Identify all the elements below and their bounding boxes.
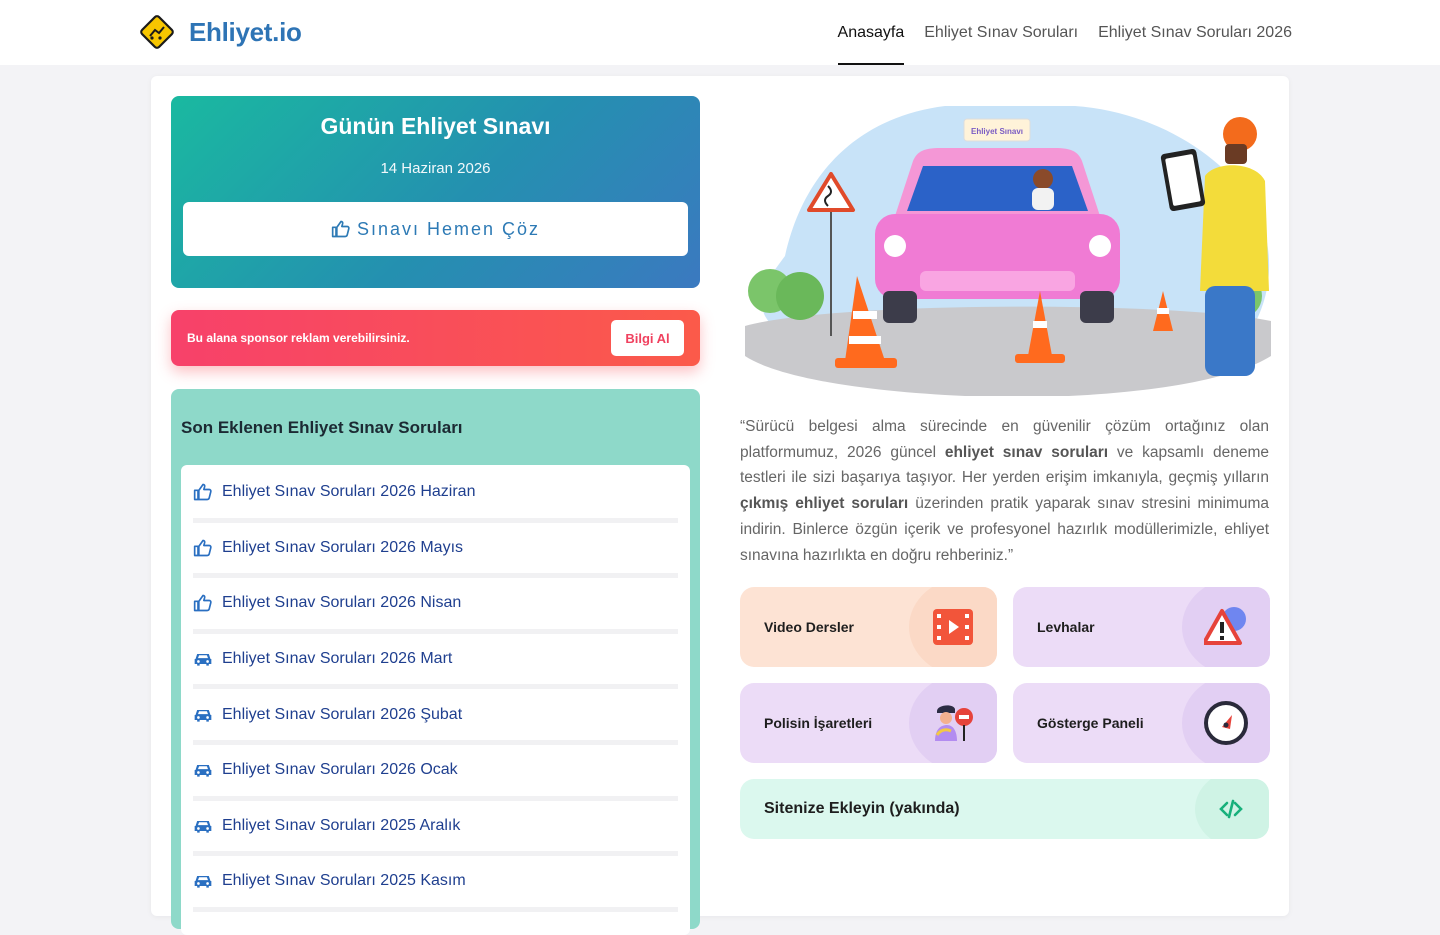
list-item-label: Ehliyet Sınav Soruları 2026 Haziran bbox=[222, 483, 476, 501]
thumbs-up-icon bbox=[193, 593, 213, 613]
thumbs-up-icon bbox=[193, 482, 213, 502]
nav-home[interactable]: Anasayfa bbox=[837, 0, 904, 65]
tile-label: Video Dersler bbox=[764, 619, 855, 635]
tile-embed-widget[interactable]: Sitenize Ekleyin (yakında) bbox=[740, 779, 1269, 839]
brand-name[interactable]: Ehliyet.io bbox=[189, 17, 302, 48]
car-icon bbox=[193, 871, 213, 891]
list-item-label: Ehliyet Sınav Soruları 2026 Ocak bbox=[222, 761, 458, 779]
nav-exam-questions[interactable]: Ehliyet Sınav Soruları bbox=[924, 0, 1078, 65]
list-item[interactable]: Ehliyet Sınav Soruları 2026 Ocak bbox=[193, 745, 678, 801]
code-icon bbox=[1219, 799, 1243, 819]
list-item[interactable]: Ehliyet Sınav Soruları 2026 Nisan bbox=[193, 578, 678, 634]
speedometer-icon bbox=[1204, 701, 1248, 745]
list-item[interactable]: Ehliyet Sınav Soruları 2025 Kasım bbox=[193, 856, 678, 912]
hero-sign-text: Ehliyet Sınavı bbox=[971, 127, 1023, 136]
car-icon bbox=[193, 649, 213, 669]
tile-label: Polisin İşaretleri bbox=[764, 715, 873, 731]
tile-traffic-signs[interactable]: Levhalar bbox=[1013, 587, 1270, 667]
driving-exam-illustration: Ehliyet Sınavı bbox=[745, 106, 1271, 396]
list-item-label: Ehliyet Sınav Soruları 2026 Şubat bbox=[222, 705, 463, 723]
list-item[interactable]: Ehliyet Sınav Soruları 2025 Aralık bbox=[193, 801, 678, 857]
list-item[interactable]: Ehliyet Sınav Soruları 2026 Mart bbox=[193, 634, 678, 690]
list-item[interactable]: Ehliyet Sınav Soruları 2026 Mayıs bbox=[193, 523, 678, 579]
description-keyword-2: çıkmış ehliyet soruları bbox=[740, 495, 909, 513]
latest-questions-list: Ehliyet Sınav Soruları 2026 Haziran Ehli… bbox=[181, 465, 690, 935]
list-item-label: Ehliyet Sınav Soruları 2026 Mayıs bbox=[222, 538, 464, 556]
tile-video-lessons[interactable]: Video Dersler bbox=[740, 587, 997, 667]
tile-label: Sitenize Ekleyin (yakında) bbox=[764, 800, 960, 817]
solve-exam-label: Sınavı Hemen Çöz bbox=[356, 218, 541, 239]
road-sign-logo-icon bbox=[140, 15, 174, 49]
tile-dashboard[interactable]: Gösterge Paneli bbox=[1013, 683, 1270, 763]
tile-label: Gösterge Paneli bbox=[1037, 715, 1144, 731]
car-icon bbox=[193, 816, 213, 836]
daily-exam-title: Günün Ehliyet Sınavı bbox=[320, 113, 551, 139]
list-item-label: Ehliyet Sınav Soruları 2025 Aralık bbox=[222, 816, 461, 834]
main-nav: Anasayfa Ehliyet Sınav Soruları Ehliyet … bbox=[837, 0, 1292, 65]
tile-police-signals[interactable]: Polisin İşaretleri bbox=[740, 683, 997, 763]
brand-logo[interactable]: Ehliyet.io bbox=[139, 14, 302, 50]
site-header: Ehliyet.io Anasayfa Ehliyet Sınav Sorula… bbox=[0, 0, 1440, 65]
list-item[interactable]: Ehliyet Sınav Soruları 2026 Şubat bbox=[193, 689, 678, 745]
list-item[interactable]: Ehliyet Sınav Soruları 2026 Haziran bbox=[193, 467, 678, 523]
list-item-label: Ehliyet Sınav Soruları 2025 Kasım bbox=[222, 872, 466, 890]
description-keyword-1: ehliyet sınav soruları bbox=[944, 443, 1109, 461]
latest-questions-panel: Son Eklenen Ehliyet Sınav Soruları Ehliy… bbox=[171, 389, 700, 935]
warning-sign-icon bbox=[1204, 607, 1246, 645]
solve-exam-button[interactable]: Sınavı Hemen Çöz bbox=[183, 202, 688, 256]
tile-label: Levhalar bbox=[1037, 619, 1095, 635]
police-officer-icon bbox=[935, 705, 973, 741]
nav-exam-questions-2026[interactable]: Ehliyet Sınav Soruları 2026 bbox=[1098, 0, 1292, 65]
thumbs-up-icon bbox=[193, 538, 213, 558]
car-icon bbox=[193, 760, 213, 780]
latest-questions-title: Son Eklenen Ehliyet Sınav Soruları bbox=[181, 418, 463, 437]
sponsor-banner: Bu alana sponsor reklam verebilirsiniz. … bbox=[171, 310, 700, 366]
list-item-label: Ehliyet Sınav Soruları 2026 Nisan bbox=[222, 594, 462, 612]
sponsor-info-button[interactable]: Bilgi Al bbox=[611, 320, 684, 356]
daily-exam-card: Günün Ehliyet Sınavı 14 Haziran 2026 Sın… bbox=[171, 96, 700, 288]
daily-exam-date: 14 Haziran 2026 bbox=[380, 160, 491, 177]
site-description: “Sürücü belgesi alma sürecinde en güveni… bbox=[740, 414, 1269, 568]
car-icon bbox=[193, 705, 213, 725]
thumbs-up-icon bbox=[331, 220, 350, 238]
main-card: Günün Ehliyet Sınavı 14 Haziran 2026 Sın… bbox=[151, 76, 1289, 935]
sponsor-text: Bu alana sponsor reklam verebilirsiniz. bbox=[187, 331, 410, 345]
video-icon bbox=[933, 609, 973, 645]
list-item-label: Ehliyet Sınav Soruları 2026 Mart bbox=[222, 650, 453, 668]
